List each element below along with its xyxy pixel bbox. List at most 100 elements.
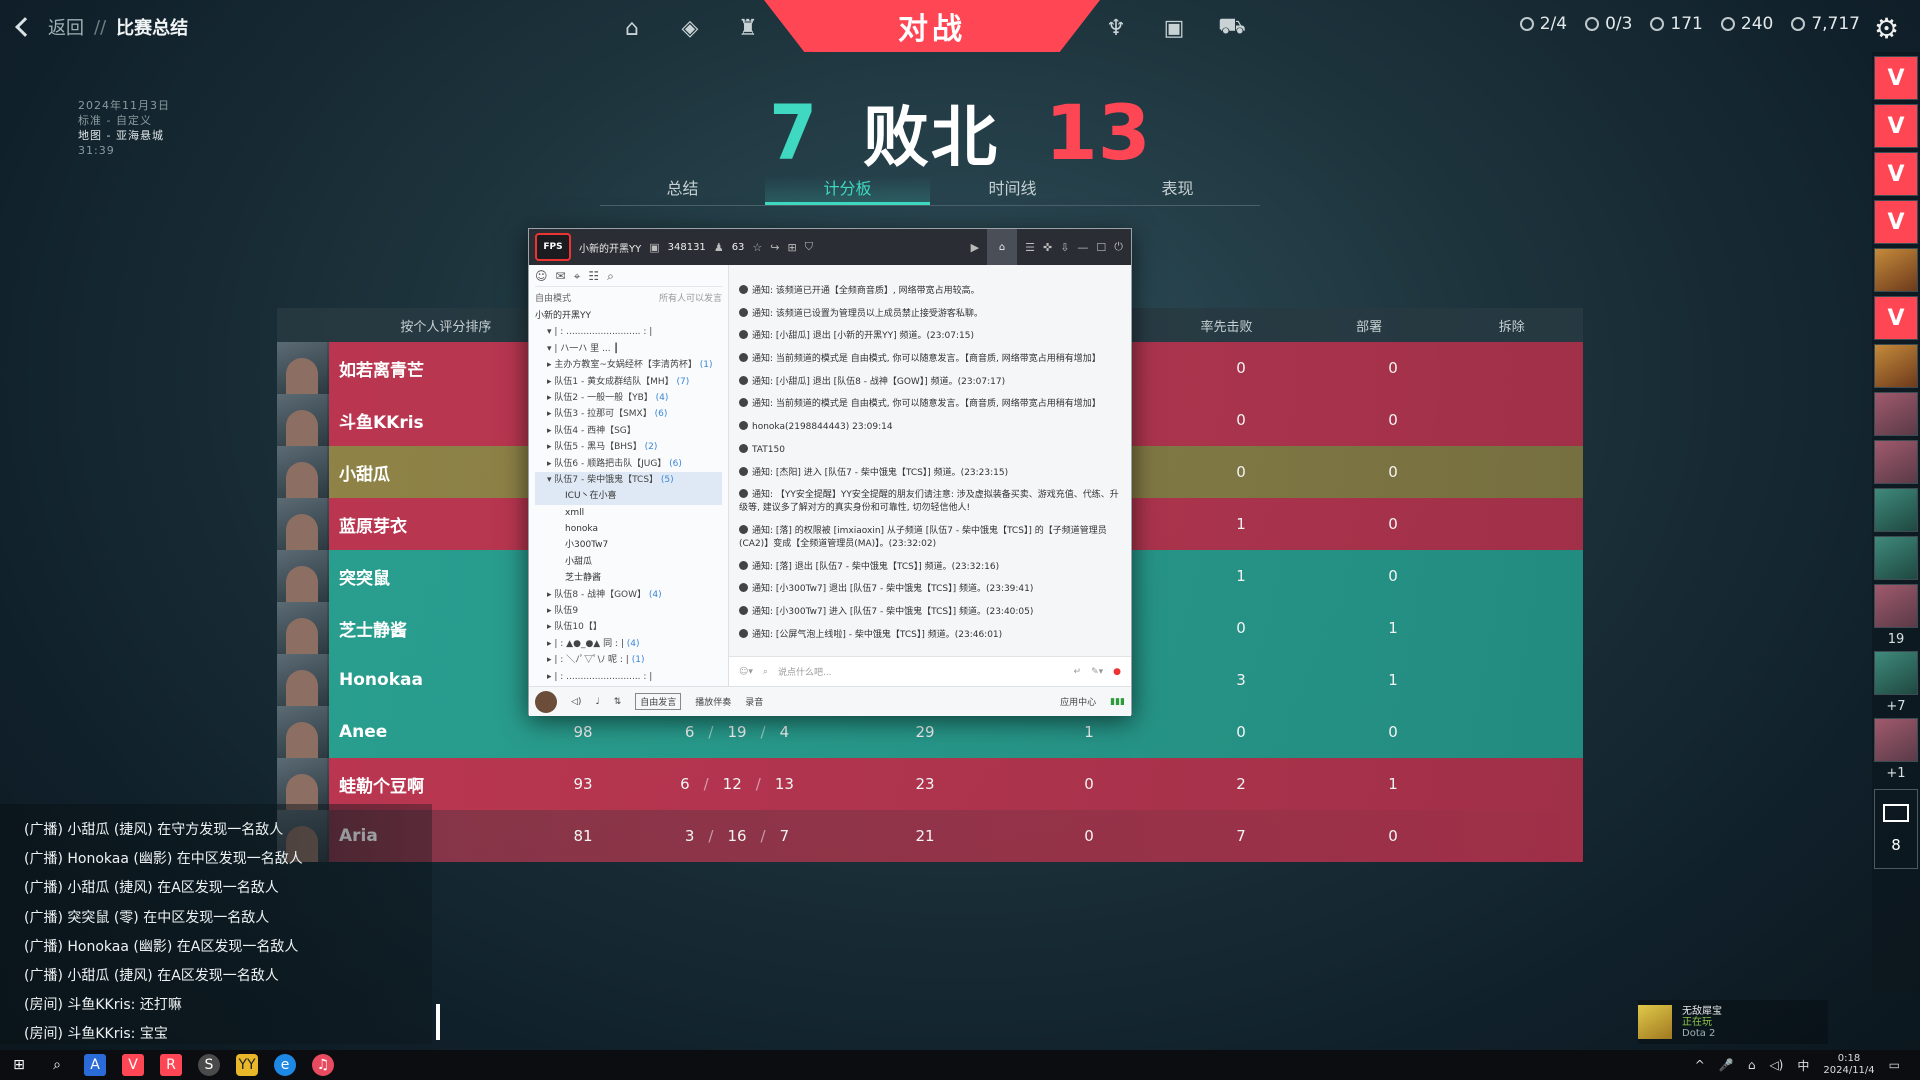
tray-chevron-icon[interactable]: ^ [1695, 1058, 1705, 1072]
yy-channel-item[interactable]: ▾ 队伍7 - 柴中饿鬼【TCS】 (5) [535, 471, 722, 489]
yy-share-icon[interactable]: ↪ [770, 241, 779, 254]
back-button[interactable]: 返回 // 比赛总结 [15, 14, 188, 40]
yy-user-item[interactable]: 芝士静酱 [535, 570, 722, 586]
yy-grid-icon[interactable]: ⊞ [788, 241, 797, 254]
yy-emoji-icon[interactable]: ☺▾ [739, 667, 753, 677]
tab-performance[interactable]: 表现 [1095, 176, 1260, 205]
gear-icon[interactable]: ⚙ [1874, 12, 1906, 45]
riot-client-icon[interactable]: R [160, 1054, 182, 1076]
yy-channel-item[interactable]: ▸ 队伍6 - 顺路把击队【JUG】 (6) [535, 456, 722, 472]
yy-speaker-icon[interactable]: ◁) [571, 697, 581, 707]
yy-user-item[interactable]: ICU丶在小喜 [535, 488, 722, 505]
friend-avatar[interactable]: V [1874, 296, 1918, 340]
yy-send-icon[interactable]: ↵ [1074, 667, 1082, 677]
vp-counter[interactable]: 171 [1650, 14, 1703, 34]
yy-shield-icon[interactable]: ⛉ [805, 240, 813, 254]
defuses-header[interactable]: 拆除 [1440, 316, 1583, 335]
store-icon[interactable]: ⛟ [1216, 12, 1248, 44]
yy-mic-icon[interactable]: ♩ [595, 697, 599, 707]
tokens-counter[interactable]: 2/4 [1519, 14, 1567, 34]
tray-network-icon[interactable]: ⌂ [1748, 1058, 1756, 1072]
yy-bubble-icon[interactable]: ✎▾ [1091, 667, 1103, 677]
yy-channel-item[interactable]: ▸ 主办方教室~女娲经杯【李清芮杯】 (1) [535, 357, 722, 373]
yy-user-item[interactable]: xmll [535, 505, 722, 521]
first-kills-header[interactable]: 率先击败 [1155, 316, 1298, 335]
yy-download-icon[interactable]: ⇩ [1060, 241, 1069, 254]
yy-notes-icon[interactable]: ☷ [588, 269, 599, 286]
more-friends-count[interactable]: +1 [1872, 766, 1920, 781]
notification-icon[interactable]: ▭ [1889, 1058, 1900, 1072]
yy-channel-item[interactable]: ▸ 队伍2 - 一般一般【YB】 (4) [535, 390, 722, 406]
yy-music-button[interactable]: 播放伴奏 [695, 695, 731, 708]
play-tab[interactable]: 对战 [764, 0, 1100, 52]
agents-icon[interactable]: ◈ [674, 12, 706, 44]
yy-channel-item[interactable]: ▸ 队伍3 - 拉那可【SMX】 (6) [535, 406, 722, 422]
kingdom-credits-counter[interactable]: 7,717 [1791, 14, 1860, 34]
yy-video-icon[interactable]: ▶ [971, 241, 979, 254]
career-icon[interactable]: ♜ [732, 12, 764, 44]
yy-mic-status-icon[interactable]: ● [1113, 667, 1121, 677]
steam-icon[interactable]: S [198, 1054, 220, 1076]
yy-record-button[interactable]: 录音 [745, 695, 763, 708]
yy-chat-icon[interactable]: ✉ [556, 269, 566, 286]
yy-translate-icon[interactable]: ⌕ [763, 667, 768, 677]
tray-ime-icon[interactable]: 中 [1797, 1057, 1809, 1074]
search-icon[interactable]: ⌕ [46, 1054, 68, 1076]
battlepass-icon[interactable]: ♆ [1100, 12, 1132, 44]
yy-mixer-icon[interactable]: ⇅ [614, 697, 622, 707]
friend-avatar[interactable] [1874, 248, 1918, 292]
yy-app-center-button[interactable]: 应用中心 [1060, 695, 1096, 708]
yy-channel-item[interactable]: ▸ | : ＼ﾉﾟ▽ﾟ\ﾉ 呢 : | (1) [535, 652, 722, 668]
yy-channel-item[interactable]: 小新的开黑YY [535, 308, 722, 324]
yy-search-icon[interactable]: ⌕ [607, 269, 614, 286]
friend-avatar[interactable] [1874, 344, 1918, 388]
friend-avatar[interactable]: V [1874, 104, 1918, 148]
yy-channel-item[interactable]: ▾ | ハ一ハ 里 ... ┃ [535, 341, 722, 357]
yy-channel-item[interactable]: ▸ 队伍5 - 黑马【BHS】 (2) [535, 439, 722, 455]
yy-message-input[interactable]: 说点什么吧... [778, 665, 1064, 678]
mail-button[interactable]: 8 [1874, 789, 1918, 869]
yy-minimize-icon[interactable]: — [1077, 241, 1088, 254]
app-icon[interactable]: A [84, 1054, 106, 1076]
system-clock[interactable]: 0:18 2024/11/4 [1823, 1053, 1874, 1077]
friend-avatar[interactable] [1874, 584, 1918, 628]
yy-channel-item[interactable]: ▸ | : .......................... : | [535, 669, 722, 685]
yy-user-avatar[interactable] [535, 690, 557, 713]
yy-channel-item[interactable]: ▸ 队伍9 [535, 603, 722, 619]
friend-avatar[interactable]: V [1874, 200, 1918, 244]
home-icon[interactable]: ⌂ [616, 12, 648, 44]
tray-mic-icon[interactable]: 🎤 [1719, 1058, 1734, 1072]
radianite-counter[interactable]: 240 [1720, 14, 1773, 34]
missions-counter[interactable]: 0/3 [1585, 14, 1632, 34]
yy-channel-item[interactable]: ▸ 队伍1 - 黄女成群结队【MH】 (7) [535, 374, 722, 390]
friend-avatar[interactable] [1874, 488, 1918, 532]
yy-user-item[interactable]: 小300Tw7 [535, 537, 722, 553]
yy-free-speak-button[interactable]: 自由发言 [635, 693, 682, 710]
friend-avatar[interactable] [1874, 718, 1918, 762]
yy-user-item[interactable]: 小甜瓜 [535, 554, 722, 570]
yy-channel-item[interactable]: ▸ 队伍10【】 [535, 619, 722, 635]
netease-music-icon[interactable]: ♫ [312, 1054, 334, 1076]
yy-channel-item[interactable]: ▸ 队伍8 - 战神【GOW】 (4) [535, 587, 722, 603]
yy-channel-item[interactable]: ▸ 队伍4 - 西神【SG】 [535, 423, 722, 439]
steam-friend-notification[interactable]: 无敌犀宝 正在玩 Dota 2 [1638, 1000, 1828, 1044]
valorant-icon[interactable]: V [122, 1054, 144, 1076]
plants-header[interactable]: 部署 [1298, 316, 1441, 335]
yy-contacts-icon[interactable]: ☺ [535, 269, 548, 286]
yy-star-icon[interactable]: ☆ [752, 241, 762, 254]
friend-avatar[interactable] [1874, 651, 1918, 695]
yy-gamepad-icon[interactable]: ✜ [1043, 241, 1052, 254]
yy-channel-item[interactable]: ▾ | : .......................... : | [535, 324, 722, 340]
chat-input-cursor[interactable] [436, 1004, 440, 1040]
table-row[interactable]: Aria813/16/721070 [277, 810, 1583, 862]
yy-maximize-icon[interactable]: ☐ [1096, 241, 1106, 254]
tray-volume-icon[interactable]: ◁) [1769, 1058, 1783, 1072]
friend-avatar[interactable]: V [1874, 56, 1918, 100]
friend-avatar[interactable]: V [1874, 152, 1918, 196]
yy-user-item[interactable]: honoka [535, 521, 722, 537]
friend-avatar[interactable] [1874, 536, 1918, 580]
tab-scoreboard[interactable]: 计分板 [765, 176, 930, 205]
yy-app-icon[interactable]: YY [236, 1054, 258, 1076]
yy-location-icon[interactable]: ⌖ [574, 269, 581, 286]
yy-list-icon[interactable]: ☰ [1025, 241, 1035, 254]
